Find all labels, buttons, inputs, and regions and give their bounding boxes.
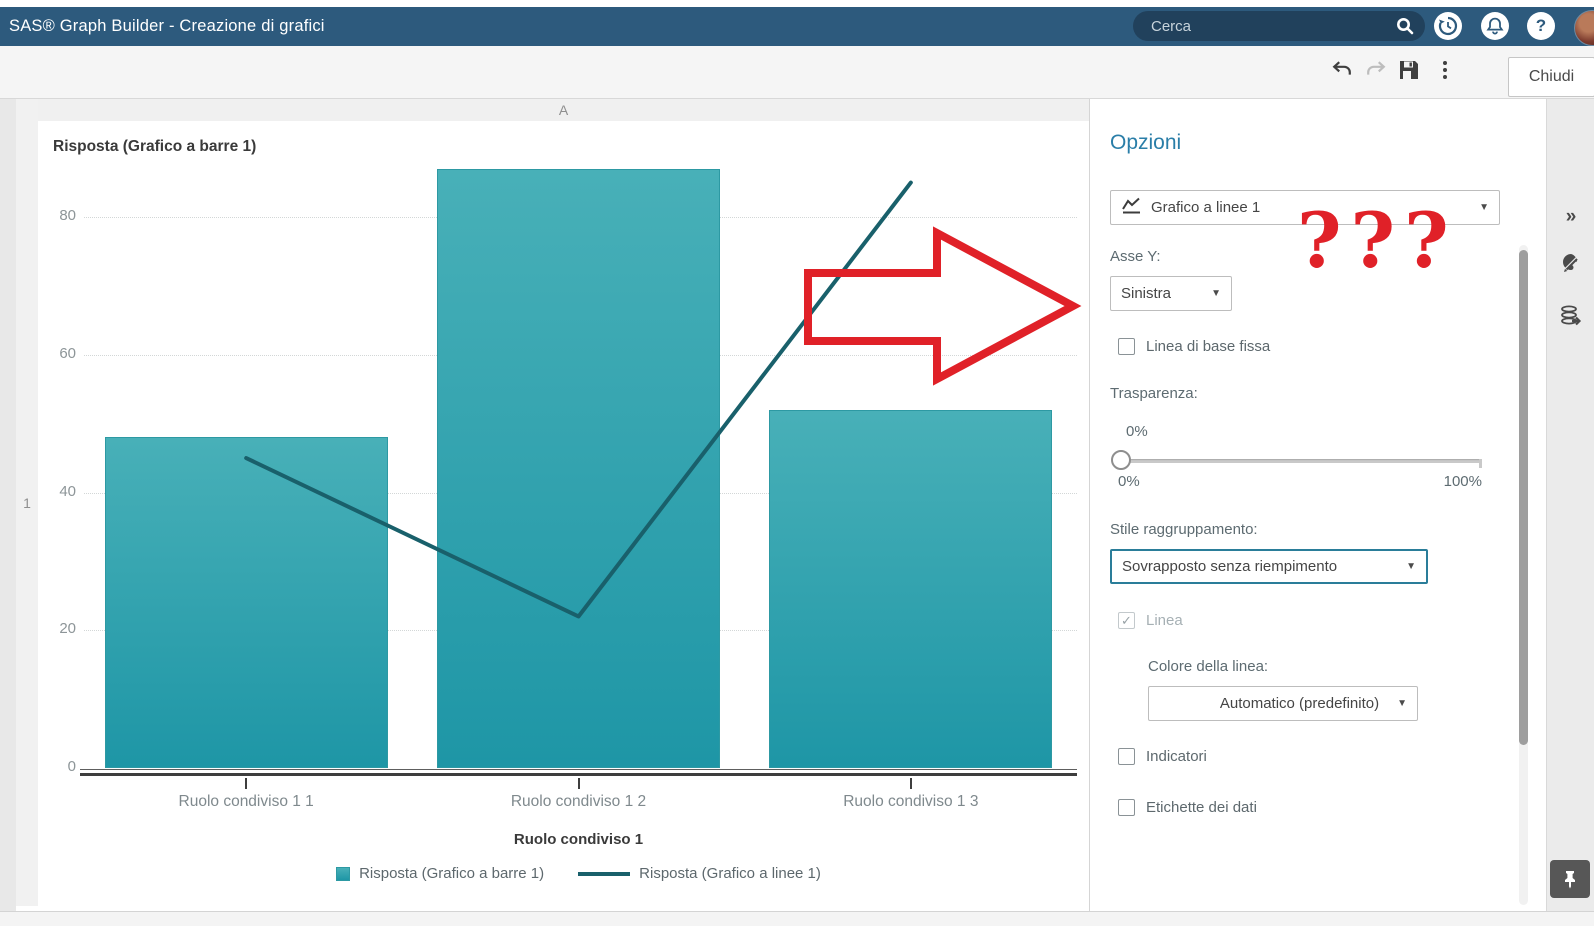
search-input[interactable] [1133,16,1383,36]
x-axis-line [80,773,1077,776]
app-title: SAS® Graph Builder - Creazione di grafic… [9,17,325,35]
x-category-label: Ruolo condiviso 1 1 [178,793,314,810]
redo-icon[interactable] [1364,58,1388,82]
transparency-slider-track[interactable] [1113,459,1482,463]
slider-min-label: 0% [1118,473,1140,490]
data-labels-checkbox[interactable]: Etichette dei dati [1118,799,1257,816]
chart-selector-dropdown[interactable]: Grafico a linee 1 ▼ [1110,190,1500,225]
chevron-down-icon: ▼ [1397,698,1407,709]
undo-icon[interactable] [1330,58,1354,82]
chart-legend: Risposta (Grafico a barre 1) Risposta (Gr… [80,865,1077,882]
avatar[interactable] [1574,10,1594,46]
transparency-label: Trasparenza: [1110,385,1198,402]
bar-series-column[interactable] [769,409,1053,768]
options-panel: Opzioni Grafico a linee 1 ▼ Asse Y: Sini… [1090,99,1546,911]
y-axis-value: Sinistra [1121,285,1172,302]
window-bottom-strip [0,911,1594,926]
grid-row-header[interactable]: 1 [16,99,38,906]
save-icon[interactable] [1397,58,1421,82]
markers-checkbox[interactable]: Indicatori [1118,748,1207,765]
x-axis-baseline [80,769,1077,770]
toolbar: Chiudi [0,46,1594,99]
search-box[interactable] [1133,11,1425,41]
checkbox-unchecked [1118,338,1135,355]
y-tick-label: 0 [67,758,76,775]
pin-panel-button[interactable] [1550,860,1590,898]
x-category-label: Ruolo condiviso 1 3 [843,793,979,810]
collapse-panel-icon[interactable]: » [1559,205,1583,229]
legend-item[interactable]: Risposta (Grafico a barre 1) [336,865,544,882]
bar-series-column[interactable] [104,437,388,768]
y-tick-label: 60 [59,344,76,362]
y-tick-label: 20 [59,620,76,638]
style-options-icon[interactable] [1559,251,1583,275]
legend-bar-swatch [336,866,351,881]
x-category-label: Ruolo condiviso 1 2 [510,793,647,810]
grouping-style-label: Stile raggruppamento: [1110,521,1258,538]
options-panel-title: Opzioni [1110,131,1182,154]
transparency-slider-handle[interactable] [1111,450,1131,470]
line-color-value: Automatico (predefinito) [1219,695,1380,712]
legend-label: Risposta (Grafico a linee 1) [639,865,821,882]
grouping-style-dropdown[interactable]: Sovrapposto senza riempimento ▼ [1110,549,1428,584]
legend-label: Risposta (Grafico a barre 1) [359,865,545,882]
y-tick-label: 80 [59,207,76,224]
line-checkbox[interactable]: ✓ Linea [1118,612,1183,629]
checkbox-unchecked [1118,799,1135,816]
line-chart-icon [1121,197,1142,218]
y-axis-dropdown[interactable]: Sinistra ▼ [1110,276,1232,311]
chevron-down-icon: ▼ [1406,561,1416,572]
line-color-dropdown[interactable]: Automatico (predefinito) ▼ [1148,686,1418,721]
bell-icon[interactable] [1481,12,1509,40]
x-tick [909,778,912,789]
y-axis-label: Asse Y: [1110,248,1161,265]
chart-canvas[interactable]: Risposta (Grafico a barre 1) Ruolo condi… [38,121,1089,911]
chart-selector-value: Grafico a linee 1 [1151,199,1261,216]
close-button[interactable]: Chiudi [1508,57,1594,97]
slider-max-label: 100% [1443,473,1482,490]
help-icon[interactable]: ? [1527,12,1555,40]
chevron-down-icon: ▼ [1479,202,1489,213]
pushpin-icon [1565,871,1575,889]
transparency-value: 0% [1126,423,1148,440]
right-rail: » [1546,99,1594,911]
line-color-label: Colore della linea: [1148,658,1269,675]
checkbox-checked-disabled: ✓ [1118,612,1135,629]
application-bar: SAS® Graph Builder - Creazione di grafic… [0,7,1594,46]
legend-item[interactable]: Risposta (Grafico a linee 1) [578,865,821,882]
scrollbar-thumb[interactable] [1519,250,1528,745]
search-icon[interactable] [1393,14,1417,43]
checkbox-unchecked [1118,748,1135,765]
legend-line-swatch [578,871,631,876]
x-tick [577,778,580,789]
window-top-strip [0,0,1594,7]
data-roles-icon[interactable] [1559,304,1583,328]
fixed-baseline-checkbox[interactable]: Linea di base fissa [1118,338,1270,355]
grouping-style-value: Sovrapposto senza riempimento [1122,558,1338,575]
y-tick-label: 40 [59,482,76,500]
chart-title: Risposta (Grafico a barre 1) [53,138,257,155]
x-tick [245,778,248,789]
slider-end-cap [1479,459,1482,468]
sas-graph-builder-window: SAS® Graph Builder - Creazione di grafic… [0,0,1594,926]
kebab-menu-icon[interactable] [1433,58,1457,82]
chevron-down-icon: ▼ [1211,288,1221,299]
bar-series-column[interactable] [437,168,720,768]
x-axis-title: Ruolo condiviso 1 [513,831,644,848]
grid-column-header[interactable]: A [38,99,1089,121]
history-icon[interactable] [1434,12,1462,40]
left-gutter [0,99,16,911]
